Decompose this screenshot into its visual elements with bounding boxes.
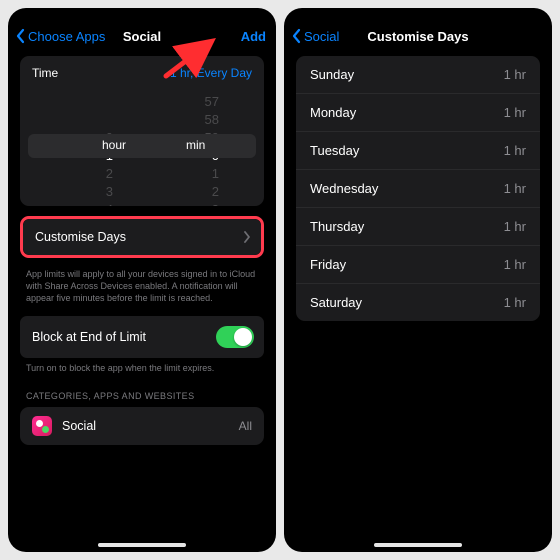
status-bar (284, 8, 552, 22)
content: Sunday1 hr Monday1 hr Tuesday1 hr Wednes… (284, 56, 552, 552)
categories-header: CATEGORIES, APPS AND WEBSITES (20, 387, 264, 407)
block-row: Block at End of Limit (20, 316, 264, 358)
hour-unit: hour (102, 138, 126, 152)
chevron-left-icon (14, 28, 26, 44)
category-label: Social (62, 419, 229, 433)
back-label: Choose Apps (28, 29, 105, 44)
day-row-wed[interactable]: Wednesday1 hr (296, 170, 540, 208)
category-row[interactable]: Social All (20, 407, 264, 445)
back-button[interactable]: Choose Apps (14, 28, 105, 44)
nav-bar: Social Customise Days (284, 22, 552, 56)
time-label: Time (32, 66, 58, 80)
day-row-fri[interactable]: Friday1 hr (296, 246, 540, 284)
time-picker-card: Time 1 hr, Every Day 0 1 2 3 4 (20, 56, 264, 206)
highlight-customise-days: Customise Days (20, 216, 264, 258)
day-row-tue[interactable]: Tuesday1 hr (296, 132, 540, 170)
chevron-left-icon (290, 28, 302, 44)
block-footnote: Turn on to block the app when the limit … (20, 358, 264, 386)
home-indicator[interactable] (98, 543, 186, 547)
content: Time 1 hr, Every Day 0 1 2 3 4 (8, 56, 276, 552)
limits-footnote: App limits will apply to all your device… (20, 264, 264, 316)
chevron-right-icon (243, 231, 251, 243)
duration-picker[interactable]: 0 1 2 3 4 57 58 59 0 1 2 3 (20, 86, 264, 206)
block-card: Block at End of Limit (20, 316, 264, 358)
phone-right: Social Customise Days Sunday1 hr Monday1… (284, 8, 552, 552)
back-button[interactable]: Social (290, 28, 339, 44)
customise-days-row[interactable]: Customise Days (23, 219, 261, 255)
nav-bar: Choose Apps Social Add (8, 22, 276, 56)
social-icon (32, 416, 52, 436)
day-row-thu[interactable]: Thursday1 hr (296, 208, 540, 246)
time-value: 1 hr, Every Day (170, 66, 252, 80)
block-toggle[interactable] (216, 326, 254, 348)
min-unit: min (186, 138, 205, 152)
day-row-sat[interactable]: Saturday1 hr (296, 284, 540, 321)
day-row-mon[interactable]: Monday1 hr (296, 94, 540, 132)
days-list: Sunday1 hr Monday1 hr Tuesday1 hr Wednes… (296, 56, 540, 321)
back-label: Social (304, 29, 339, 44)
day-row-sun[interactable]: Sunday1 hr (296, 56, 540, 94)
time-row[interactable]: Time 1 hr, Every Day (20, 56, 264, 86)
category-meta: All (239, 419, 252, 433)
picker-selection-band (28, 134, 256, 158)
add-button[interactable]: Add (241, 29, 266, 44)
home-indicator[interactable] (374, 543, 462, 547)
customise-days-label: Customise Days (35, 230, 126, 244)
block-label: Block at End of Limit (32, 330, 146, 344)
phone-left: Choose Apps Social Add Time 1 hr, Every … (8, 8, 276, 552)
status-bar (8, 8, 276, 22)
